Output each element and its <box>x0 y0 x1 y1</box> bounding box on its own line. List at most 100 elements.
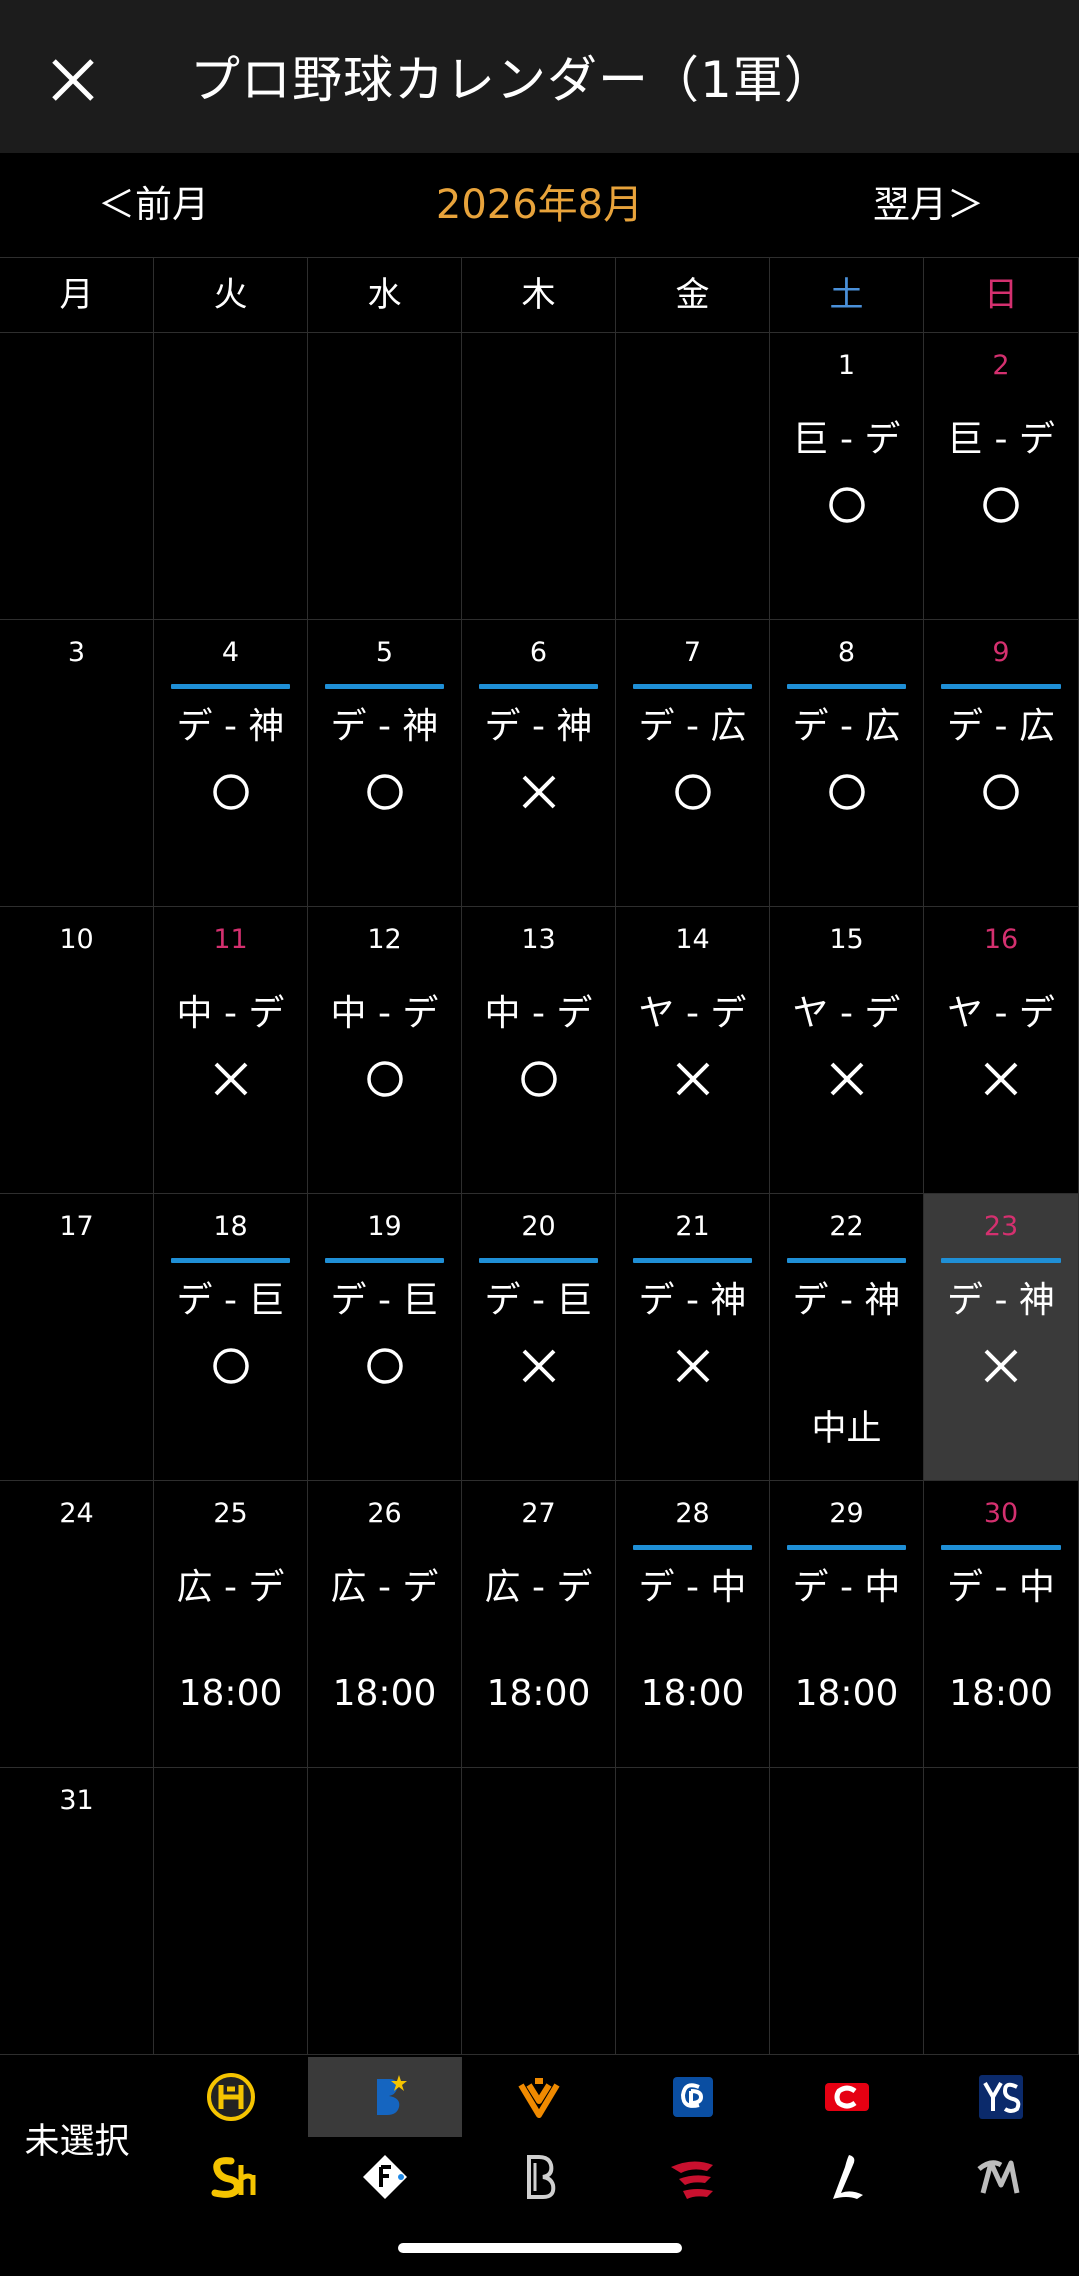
day-cell[interactable]: 7 デ - 広 <box>616 619 770 906</box>
day-cell[interactable]: 18 デ - 巨 <box>154 1193 308 1480</box>
team-filter-button[interactable] <box>770 2057 924 2137</box>
day-number: 17 <box>59 1211 94 1242</box>
home-game-indicator <box>171 1258 290 1263</box>
team-filter-button[interactable] <box>924 2137 1078 2217</box>
weekday-label: 土 <box>770 258 924 333</box>
game-matchup: ヤ - デ <box>947 993 1055 1034</box>
day-cell[interactable]: 16 ヤ - デ <box>924 906 1079 1193</box>
game-status-note: 中止 <box>811 1409 882 1449</box>
close-button[interactable] <box>40 47 106 113</box>
home-game-indicator <box>325 1258 444 1263</box>
day-number: 13 <box>521 924 556 955</box>
game-matchup: デ - 神 <box>638 1280 747 1321</box>
unselected-team-button[interactable]: 未選択 <box>0 2117 154 2167</box>
game-matchup: デ - 広 <box>947 706 1055 747</box>
game-matchup: 中 - デ <box>176 993 285 1034</box>
day-number: 21 <box>675 1211 710 1242</box>
game-matchup: 広 - デ <box>484 1567 593 1608</box>
day-cell[interactable]: 5 デ - 神 <box>308 619 462 906</box>
game-matchup: ヤ - デ <box>792 993 901 1034</box>
day-cell[interactable]: 9 デ - 広 <box>924 619 1079 906</box>
day-number: 2 <box>992 350 1010 381</box>
team-filter-button[interactable] <box>616 2137 770 2217</box>
result-circle-icon <box>212 1348 249 1384</box>
team-filter-button[interactable] <box>154 2137 308 2217</box>
day-number: 6 <box>529 637 548 668</box>
result-cross-icon <box>984 1062 1018 1096</box>
close-icon <box>52 59 94 101</box>
day-cell[interactable]: 27 広 - デ 18:00 <box>462 1480 616 1767</box>
eagles-logo-icon <box>671 2161 713 2199</box>
day-cell[interactable]: 17 <box>0 1193 154 1480</box>
result-circle-icon <box>366 1348 403 1384</box>
home-game-indicator <box>171 684 290 689</box>
fighters-logo-icon <box>363 2155 407 2199</box>
game-start-time: 18:00 <box>486 1673 591 1714</box>
day-cell[interactable]: 10 <box>0 906 154 1193</box>
game-matchup: デ - 中 <box>947 1567 1055 1608</box>
day-cell[interactable]: 28 デ - 中 18:00 <box>616 1480 770 1767</box>
day-cell[interactable]: 13 中 - デ <box>462 906 616 1193</box>
day-cell[interactable]: 31 <box>0 1767 154 2054</box>
next-month-button[interactable]: 翌月＞ <box>873 177 984 233</box>
team-filter-button[interactable] <box>462 2057 616 2137</box>
day-cell[interactable]: 14 ヤ - デ <box>616 906 770 1193</box>
result-circle-icon <box>983 774 1019 810</box>
day-cell[interactable]: 20 デ - 巨 <box>462 1193 616 1480</box>
buffaloes-logo-icon <box>527 2155 556 2199</box>
result-circle-icon <box>212 774 249 810</box>
game-matchup: デ - 神 <box>947 1280 1055 1321</box>
team-filter-button[interactable] <box>154 2057 308 2137</box>
day-cell[interactable]: 3 <box>0 619 154 906</box>
result-cross-icon <box>984 1349 1018 1383</box>
day-number: 16 <box>983 924 1019 955</box>
day-cell[interactable]: 21 デ - 神 <box>616 1193 770 1480</box>
team-filter-button[interactable] <box>462 2137 616 2217</box>
team-filter-button[interactable] <box>616 2057 770 2137</box>
day-number: 3 <box>67 637 86 668</box>
game-matchup: デ - 神 <box>484 706 593 747</box>
empty-day-cell <box>0 332 154 619</box>
team-filter-button[interactable] <box>770 2137 924 2217</box>
home-indicator <box>398 2243 682 2253</box>
day-number: 15 <box>829 924 864 955</box>
day-cell[interactable]: 1 巨 - デ <box>770 332 924 619</box>
day-number: 10 <box>59 924 94 955</box>
team-filter-button[interactable] <box>924 2057 1078 2137</box>
day-number: 9 <box>992 637 1010 668</box>
result-cross-icon <box>522 1349 555 1383</box>
game-matchup: デ - 中 <box>792 1567 901 1608</box>
hawks-logo-icon <box>211 2157 256 2198</box>
day-cell[interactable]: 25 広 - デ 18:00 <box>154 1480 308 1767</box>
team-filter-button[interactable] <box>308 2057 462 2137</box>
game-matchup: 広 - デ <box>176 1567 285 1608</box>
day-cell[interactable]: 24 <box>0 1480 154 1767</box>
day-cell[interactable]: 19 デ - 巨 <box>308 1193 462 1480</box>
day-cell[interactable]: 2 巨 - デ <box>924 332 1079 619</box>
day-cell[interactable]: 15 ヤ - デ <box>770 906 924 1193</box>
day-cell[interactable]: 4 デ - 神 <box>154 619 308 906</box>
game-matchup: デ - 巨 <box>176 1280 285 1321</box>
game-start-time: 18:00 <box>178 1673 283 1714</box>
day-cell[interactable]: 11 中 - デ <box>154 906 308 1193</box>
weekday-label: 金 <box>616 258 770 333</box>
game-matchup: デ - 神 <box>176 706 285 747</box>
day-cell[interactable]: 6 デ - 神 <box>462 619 616 906</box>
day-cell[interactable]: 8 デ - 広 <box>770 619 924 906</box>
day-cell[interactable]: 26 広 - デ 18:00 <box>308 1480 462 1767</box>
day-number: 27 <box>521 1498 556 1529</box>
game-matchup: 広 - デ <box>330 1567 439 1608</box>
day-number: 22 <box>829 1211 864 1242</box>
team-filter-button[interactable] <box>308 2137 462 2217</box>
day-cell[interactable]: 22 デ - 神中止 <box>770 1193 924 1480</box>
empty-day-cell <box>308 332 462 619</box>
empty-day-cell <box>616 332 770 619</box>
game-start-time: 18:00 <box>332 1673 437 1714</box>
page-title: プロ野球カレンダー（1軍） <box>190 51 835 109</box>
day-cell[interactable]: 30 デ - 中 18:00 <box>924 1480 1079 1767</box>
day-cell[interactable]: 12 中 - デ <box>308 906 462 1193</box>
day-number: 23 <box>983 1211 1019 1242</box>
day-cell[interactable]: 29 デ - 中 18:00 <box>770 1480 924 1767</box>
game-start-time: 18:00 <box>640 1673 745 1714</box>
day-cell[interactable]: 23 デ - 神 <box>924 1193 1079 1480</box>
